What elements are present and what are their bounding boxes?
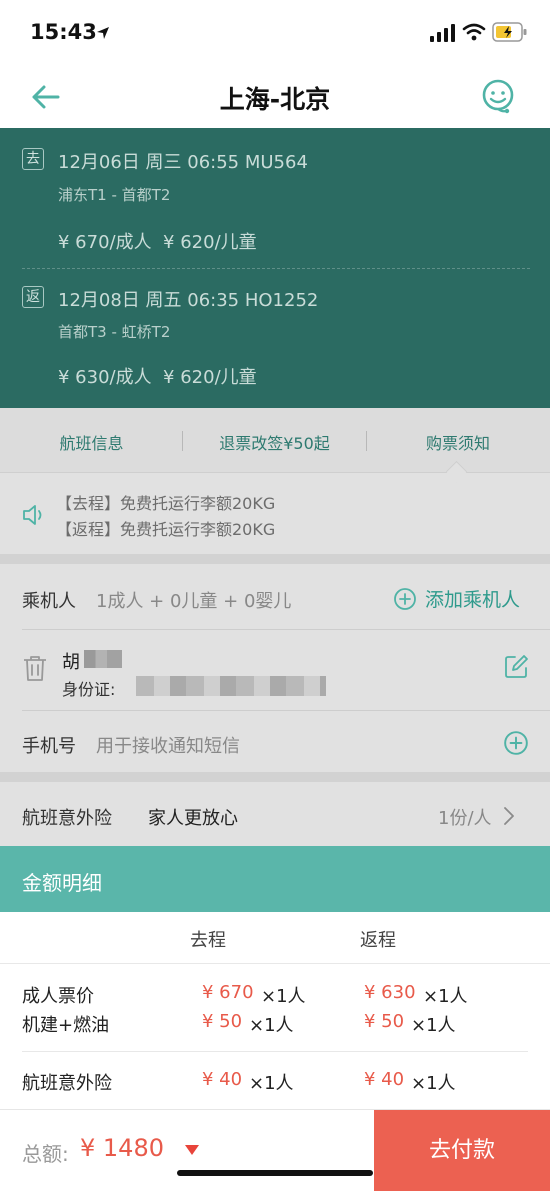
caret-down-icon[interactable] (184, 1144, 200, 1156)
tab-flight-info[interactable]: 航班信息 (0, 430, 183, 454)
insurance-slogan: 家人更放心 (148, 808, 238, 829)
return-prices: ¥ 630/成人 ¥ 620/儿童 (58, 367, 257, 388)
fare-return-qty: ×1人 (411, 1073, 456, 1094)
insurance-value[interactable]: 1份/人 (438, 804, 492, 830)
edit-icon[interactable] (503, 654, 529, 680)
wifi-icon (462, 23, 486, 41)
pay-button[interactable]: 去付款 (374, 1110, 550, 1191)
column-outbound: 去程 (190, 930, 226, 951)
add-contact-icon[interactable] (503, 730, 529, 756)
speaker-icon (23, 505, 42, 525)
baggage-notice-outbound: 【去程】免费托运行李额20KG (56, 494, 276, 513)
fare-row-divider (22, 1051, 528, 1052)
outbound-flight-line: 12月06日 周三 06:55 MU564 (58, 152, 308, 173)
phone-input[interactable]: 用于接收通知短信 (96, 732, 240, 758)
add-circle-icon (394, 588, 416, 610)
tab-ticket-notice[interactable]: 购票须知 (366, 430, 550, 454)
status-time: 15:43 (30, 20, 97, 44)
page-title: 上海-北京 (219, 85, 331, 114)
trash-icon[interactable] (22, 654, 48, 682)
masked-id-block (136, 676, 326, 696)
order-form: 航班信息 退票改签¥50起 购票须知 【去程】免费托运行李额20KG 【返程】免… (0, 408, 550, 846)
fare-return-price: ¥ 40 (364, 1069, 405, 1090)
status-bar: 15:43 (0, 0, 550, 66)
fare-detail-title: 金额明细 (22, 871, 102, 895)
passenger-label: 乘机人 (22, 591, 76, 612)
fare-outbound-qty: ×1人 (249, 1073, 294, 1094)
fare-outbound-qty: ×1人 (261, 986, 306, 1007)
fare-row-label: 机建+燃油 (22, 1015, 110, 1036)
chevron-right-icon[interactable] (502, 806, 516, 826)
fare-outbound-price: ¥ 670 (202, 982, 254, 1003)
add-passenger-label: 添加乘机人 (425, 589, 521, 611)
id-label: 身份证: (62, 680, 116, 699)
fare-row-label: 航班意外险 (22, 1073, 112, 1094)
return-flight-line: 12月08日 周五 06:35 HO1252 (58, 290, 319, 311)
section-gap (0, 772, 550, 782)
masked-name-block (84, 650, 122, 668)
fare-detail-panel: 去程 返程 成人票价 ¥ 670 ×1人 ¥ 630 ×1人 机建+燃油 ¥ 5… (0, 912, 550, 1109)
insurance-label: 航班意外险 (22, 808, 112, 829)
total-label: 总额: (22, 1142, 69, 1166)
location-arrow-icon (97, 27, 109, 39)
fare-outbound-price: ¥ 40 (202, 1069, 243, 1090)
signal-icon (430, 24, 455, 42)
return-route: 首都T3 - 虹桥T2 (58, 323, 171, 341)
passenger-summary: 1成人 + 0儿童 + 0婴儿 (96, 591, 292, 612)
flight-summary: 去 12月06日 周三 06:55 MU564 浦东T1 - 首都T2 ¥ 67… (0, 128, 550, 408)
row-divider (22, 710, 550, 711)
return-tag: 返 (22, 286, 44, 308)
outbound-prices: ¥ 670/成人 ¥ 620/儿童 (58, 232, 257, 253)
fare-outbound-qty: ×1人 (249, 1015, 294, 1036)
fare-row-label: 成人票价 (22, 986, 94, 1007)
fare-return-price: ¥ 630 (364, 982, 416, 1003)
row-divider (22, 629, 550, 630)
home-indicator (177, 1170, 373, 1176)
outbound-route: 浦东T1 - 首都T2 (58, 186, 171, 204)
column-return: 返程 (360, 930, 396, 951)
band-divider (22, 268, 530, 269)
tab-refund-change[interactable]: 退票改签¥50起 (183, 430, 366, 454)
section-gap (0, 554, 550, 564)
fare-return-price: ¥ 50 (364, 1011, 405, 1032)
total-amount: ¥ 1480 (80, 1134, 164, 1162)
customer-service-icon[interactable] (478, 77, 518, 117)
battery-icon (492, 22, 527, 42)
fare-return-qty: ×1人 (423, 986, 468, 1007)
info-tabs: 航班信息 退票改签¥50起 购票须知 (0, 408, 550, 473)
checkout-bar: 总额: ¥ 1480 去付款 (0, 1109, 550, 1191)
nav-bar: 上海-北京 (0, 66, 550, 128)
fare-detail-header: 金额明细 (0, 846, 550, 912)
outbound-tag: 去 (22, 148, 44, 170)
fare-header-divider (0, 963, 550, 964)
fare-return-qty: ×1人 (411, 1015, 456, 1036)
passenger-name: 胡 (62, 652, 80, 673)
fare-outbound-price: ¥ 50 (202, 1011, 243, 1032)
baggage-notice-return: 【返程】免费托运行李额20KG (56, 520, 276, 539)
phone-label: 手机号 (22, 736, 76, 757)
